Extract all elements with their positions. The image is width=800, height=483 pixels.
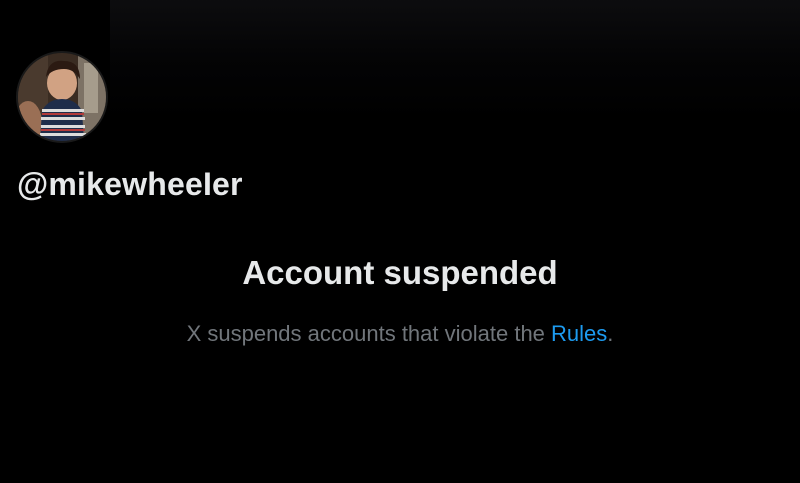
suspension-message-text: X suspends accounts that violate the (186, 321, 552, 346)
avatar[interactable] (16, 51, 108, 143)
suspension-message: X suspends accounts that violate the Rul… (0, 321, 800, 347)
suspension-title: Account suspended (242, 254, 558, 291)
rules-link[interactable]: Rules (551, 321, 607, 346)
suspended-profile-page: @mikewheeIer Account suspended X suspend… (0, 0, 800, 483)
header-banner (110, 0, 800, 120)
suspension-message-end: . (607, 321, 614, 346)
profile-handle: @mikewheeIer (17, 166, 243, 202)
avatar-photo (18, 53, 106, 141)
